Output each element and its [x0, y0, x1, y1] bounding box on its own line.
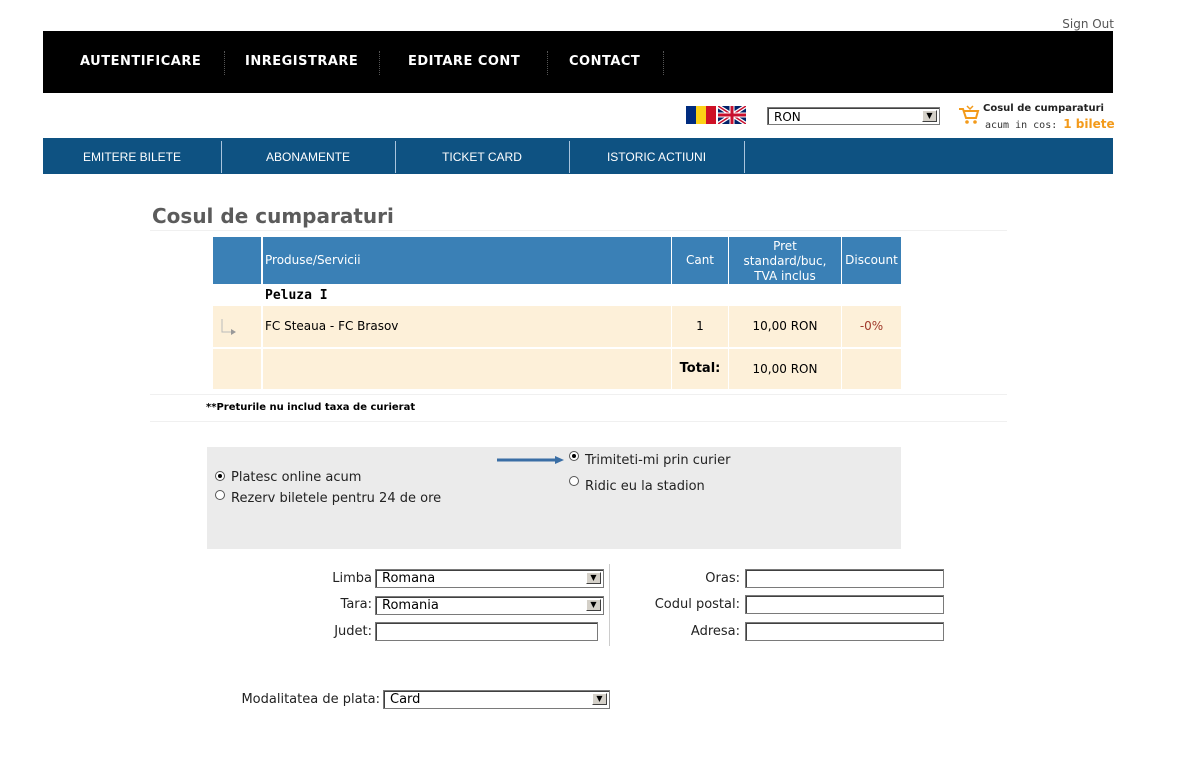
- table-cell: [263, 349, 671, 389]
- cart-summary: acum in cos: 1 bilete: [985, 117, 1115, 131]
- stadium-pickup-label: Ridic eu la stadion: [585, 479, 705, 494]
- item-discount: -0%: [842, 306, 901, 347]
- currency-value: RON: [774, 110, 801, 124]
- options-panel: Platesc online acum Rezerv biletele pent…: [207, 447, 901, 549]
- radio-stadium-pickup[interactable]: [569, 476, 579, 486]
- oras-label: Oras:: [705, 571, 740, 586]
- table-cell: [213, 349, 261, 389]
- nav-inregistrare[interactable]: INREGISTRARE: [245, 31, 358, 93]
- price-header-line: Pret: [773, 239, 797, 253]
- top-nav: AUTENTIFICARE INREGISTRARE EDITARE CONT …: [43, 31, 1113, 93]
- judet-label: Judet:: [334, 624, 372, 639]
- uk-flag-icon[interactable]: [718, 106, 746, 124]
- chevron-down-icon: ▼: [586, 599, 601, 611]
- divider: [150, 421, 1007, 422]
- radio-reserve-24h[interactable]: [215, 490, 225, 500]
- cart-prefix: acum in cos:: [985, 120, 1058, 131]
- payment-method-value: Card: [390, 692, 421, 707]
- item-qty: 1: [672, 306, 728, 347]
- subnav-ticket-card[interactable]: TICKET CARD: [395, 138, 569, 174]
- subnav-divider: [744, 141, 745, 173]
- nav-divider: [663, 51, 664, 75]
- divider: [150, 230, 1007, 231]
- tara-value: Romania: [382, 598, 439, 613]
- judet-input[interactable]: [375, 622, 598, 641]
- courier-label: Trimiteti-mi prin curier: [585, 453, 731, 468]
- cart-title[interactable]: Cosul de cumparaturi: [983, 103, 1104, 114]
- pay-online-label: Platesc online acum: [231, 470, 362, 485]
- limba-label: Limba: [332, 571, 372, 586]
- page-title: Cosul de cumparaturi: [152, 204, 394, 228]
- currency-select[interactable]: RON ▼: [767, 107, 940, 125]
- cart-count[interactable]: 1 bilete: [1063, 117, 1114, 131]
- nav-divider: [224, 51, 225, 75]
- table-cell: [842, 349, 901, 389]
- payment-method-select[interactable]: Card ▼: [383, 690, 610, 709]
- payment-method-label: Modalitatea de plata:: [241, 692, 380, 707]
- table-header-product: Produse/Servicii: [263, 237, 671, 284]
- radio-courier[interactable]: [569, 451, 579, 461]
- chevron-down-icon: ▼: [592, 693, 607, 705]
- total-value: 10,00 RON: [729, 349, 841, 389]
- nav-editare-cont[interactable]: EDITARE CONT: [408, 31, 520, 93]
- chevron-down-icon: ▼: [586, 572, 601, 584]
- item-price: 10,00 RON: [729, 306, 841, 347]
- reserve-24h-label: Rezerv biletele pentru 24 de ore: [231, 491, 442, 506]
- divider: [150, 394, 1007, 395]
- postal-code-input[interactable]: [745, 595, 944, 614]
- courier-fee-note: **Preturile nu includ taxa de curierat: [206, 402, 416, 413]
- table-cell: [213, 306, 261, 347]
- postal-code-label: Codul postal:: [654, 597, 740, 612]
- radio-pay-online[interactable]: [215, 471, 225, 481]
- shopping-cart-icon[interactable]: [958, 104, 980, 126]
- price-header-line: TVA inclus: [754, 269, 816, 283]
- limba-select[interactable]: Romana ▼: [375, 569, 604, 588]
- romanian-flag-icon[interactable]: [686, 106, 716, 124]
- price-header-line: standard/buc,: [743, 254, 827, 268]
- table-header-qty: Cant: [672, 237, 728, 284]
- arrow-right-icon: [497, 456, 564, 464]
- sub-item-arrow-icon: [221, 319, 236, 335]
- nav-contact[interactable]: CONTACT: [569, 31, 640, 93]
- total-label: Total:: [672, 349, 728, 389]
- chevron-down-icon: ▼: [922, 110, 937, 122]
- subnav-istoric-actiuni[interactable]: ISTORIC ACTIUNI: [569, 138, 744, 174]
- item-product: FC Steaua - FC Brasov: [263, 306, 671, 347]
- adresa-input[interactable]: [745, 622, 944, 641]
- table-header-price: Pret standard/buc, TVA inclus: [729, 237, 841, 284]
- oras-input[interactable]: [745, 569, 944, 588]
- table-header-discount: Discount: [842, 237, 901, 284]
- limba-value: Romana: [382, 571, 436, 586]
- nav-divider: [379, 51, 380, 75]
- adresa-label: Adresa:: [690, 624, 740, 639]
- nav-autentificare[interactable]: AUTENTIFICARE: [80, 31, 201, 93]
- table-header-icon-col: [213, 237, 261, 284]
- sign-out-link[interactable]: Sign Out: [1060, 17, 1114, 31]
- subnav-emitere-bilete[interactable]: EMITERE BILETE: [43, 138, 221, 174]
- tara-select[interactable]: Romania ▼: [375, 596, 604, 615]
- tara-label: Tara:: [340, 597, 372, 612]
- form-divider: [609, 564, 610, 646]
- group-name: Peluza I: [265, 288, 328, 303]
- nav-divider: [547, 51, 548, 75]
- sub-nav: EMITERE BILETE ABONAMENTE TICKET CARD IS…: [43, 138, 1113, 174]
- subnav-abonamente[interactable]: ABONAMENTE: [221, 138, 395, 174]
